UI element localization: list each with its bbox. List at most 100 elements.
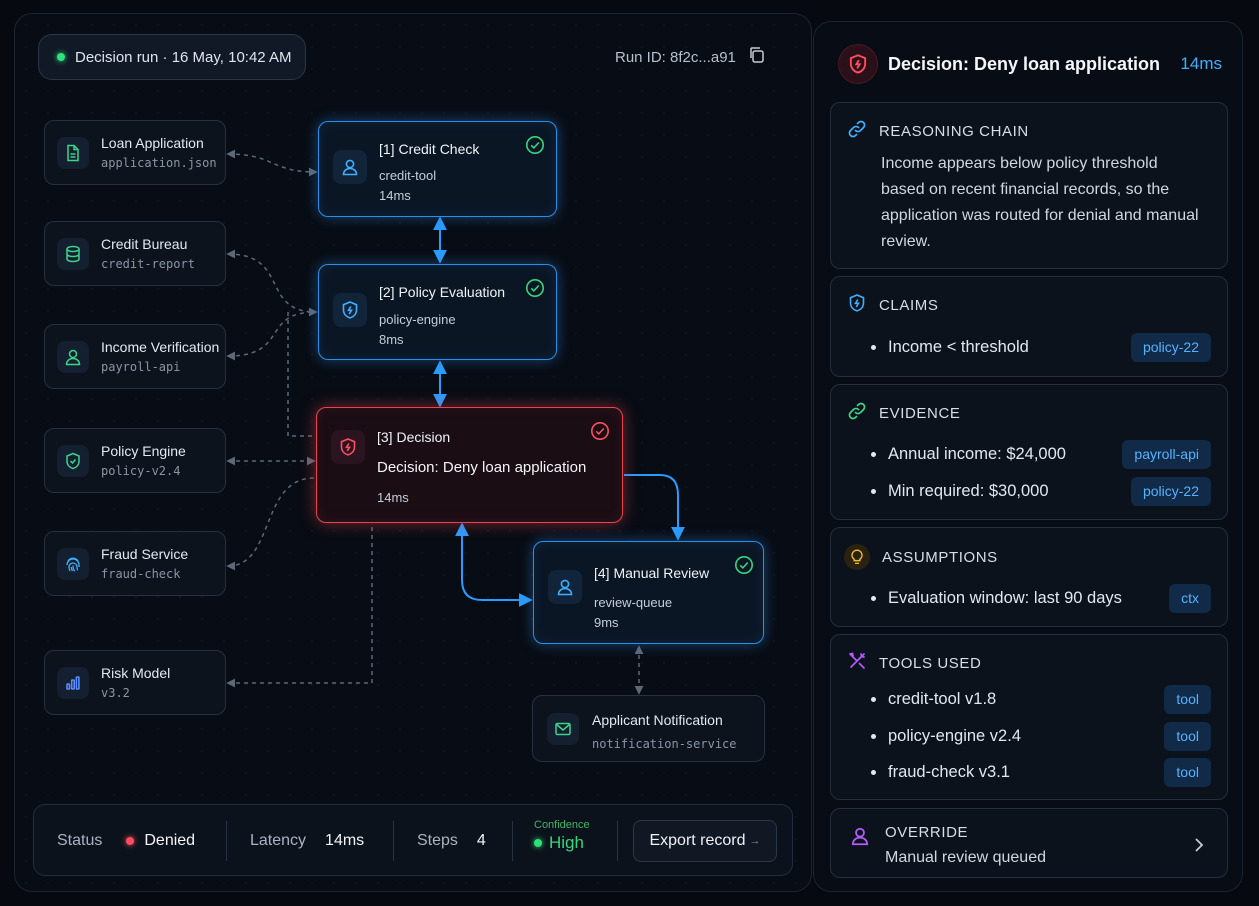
step-duration: 14ms — [379, 188, 411, 203]
mail-icon — [547, 713, 579, 745]
step-credit-check[interactable]: [1] Credit Check credit-tool 14ms — [318, 121, 557, 217]
claim-item: Income < threshold policy-22 — [871, 332, 1211, 362]
step-decision[interactable]: [3] Decision Decision: Deny loan applica… — [316, 407, 623, 523]
source-credit-bureau[interactable]: Credit Bureau credit-report — [44, 221, 226, 286]
steps-value: 4 — [476, 832, 486, 849]
source-fraud-service[interactable]: Fraud Service fraud-check — [44, 531, 226, 596]
status-value: Denied — [144, 832, 196, 849]
status-label: Status — [57, 832, 103, 849]
chevron-right-icon[interactable] — [1193, 837, 1205, 858]
check-circle-icon — [734, 555, 754, 580]
latency-label: Latency — [250, 832, 307, 849]
evidence-item: Annual income: $24,000 payroll-api — [871, 439, 1211, 469]
source-tag[interactable]: policy-22 — [1130, 332, 1211, 362]
source-loan-application[interactable]: Loan Application application.json — [44, 120, 226, 185]
database-icon — [57, 237, 89, 270]
source-title: Credit Bureau — [101, 236, 188, 252]
step-duration: 14ms — [377, 490, 409, 505]
tool-text: fraud-check v3.1 — [888, 762, 1010, 781]
override-text: Manual review queued — [885, 849, 1046, 866]
user-icon — [333, 150, 367, 184]
step-duration: 8ms — [379, 332, 404, 347]
panel-latency: 14ms — [1180, 54, 1222, 73]
run-label: Decision run · 16 May, 10:42 AM — [75, 48, 292, 66]
user-icon — [849, 825, 871, 852]
shield-bolt-icon — [847, 293, 867, 318]
latency-field: Latency 14ms — [250, 805, 364, 877]
assumption-item: Evaluation window: last 90 days ctx — [871, 583, 1211, 613]
source-title: Fraud Service — [101, 546, 189, 562]
evidence-text: Min required: $30,000 — [888, 481, 1049, 500]
source-tag[interactable]: policy-22 — [1130, 476, 1211, 506]
reasoning-text: Income appears below policy threshold ba… — [881, 155, 1199, 250]
evidence-card: EVIDENCE Annual income: $24,000 payroll-… — [830, 384, 1228, 520]
step-tool: credit-tool — [379, 168, 437, 183]
link-icon — [847, 119, 867, 144]
export-record-button[interactable]: Export record → — [633, 820, 777, 862]
divider — [617, 821, 618, 861]
step-duration: 9ms — [594, 615, 619, 630]
card-label: EVIDENCE — [879, 405, 961, 422]
tools-icon — [847, 651, 867, 676]
source-risk-model[interactable]: Risk Model v3.2 — [44, 650, 226, 715]
lightbulb-icon — [844, 544, 870, 570]
confidence-label: Confidence — [534, 819, 590, 831]
evidence-item: Min required: $30,000 policy-22 — [871, 476, 1211, 506]
source-subtitle: credit-report — [101, 257, 195, 271]
card-label: OVERRIDE — [885, 824, 969, 841]
source-title: Risk Model — [101, 665, 171, 681]
shield-bolt-icon — [333, 293, 367, 327]
tool-tag[interactable]: tool — [1164, 721, 1211, 751]
claims-card: CLAIMS Income < threshold policy-22 — [830, 276, 1228, 377]
steps-field: Steps 4 — [417, 805, 486, 877]
override-card[interactable]: OVERRIDE Manual review queued — [830, 808, 1228, 878]
reasoning-chain-card: REASONING CHAIN Income appears below pol… — [830, 102, 1228, 269]
step-policy-evaluation[interactable]: [2] Policy Evaluation policy-engine 8ms — [318, 264, 557, 360]
user-icon — [548, 570, 582, 604]
tool-tag[interactable]: tool — [1164, 757, 1211, 787]
source-title: Income Verification — [101, 339, 220, 355]
step-tool: review-queue — [594, 595, 673, 610]
latency-value: 14ms — [325, 832, 365, 849]
copy-icon[interactable] — [748, 46, 766, 68]
step-manual-review[interactable]: [4] Manual Review review-queue 9ms — [533, 541, 764, 644]
step-title: [1] Credit Check — [379, 141, 480, 157]
source-subtitle: fraud-check — [101, 567, 181, 581]
source-subtitle: policy-v2.4 — [101, 464, 181, 478]
divider — [393, 821, 394, 861]
tool-item: policy-engine v2.4 tool — [871, 721, 1211, 751]
source-tag[interactable]: payroll-api — [1122, 439, 1211, 469]
bar-chart-icon — [57, 666, 89, 699]
source-title: Loan Application — [101, 135, 204, 151]
status-field: Status Denied — [57, 805, 195, 877]
assumptions-card: ASSUMPTIONS Evaluation window: last 90 d… — [830, 527, 1228, 627]
step-title: [4] Manual Review — [594, 565, 710, 581]
notification-subtitle: notification-service — [592, 737, 737, 751]
card-label: REASONING CHAIN — [879, 123, 1029, 140]
step-title: [2] Policy Evaluation — [379, 284, 506, 300]
confidence-field: Confidence High — [534, 819, 590, 853]
source-income-verification[interactable]: Income Verification payroll-api — [44, 324, 226, 389]
steps-label: Steps — [417, 832, 458, 849]
source-subtitle: payroll-api — [101, 360, 181, 374]
panel-header: Decision: Deny loan application 14ms — [838, 42, 1222, 86]
divider — [512, 821, 513, 861]
status-bar: Status Denied Latency 14ms Steps 4 Confi… — [33, 804, 793, 876]
source-subtitle: v3.2 — [101, 686, 130, 700]
link-icon — [847, 401, 867, 426]
source-policy-engine[interactable]: Policy Engine policy-v2.4 — [44, 428, 226, 493]
check-circle-icon — [525, 135, 545, 160]
divider — [226, 821, 227, 861]
tool-tag[interactable]: tool — [1164, 684, 1211, 714]
tools-used-card: TOOLS USED credit-tool v1.8 tool policy-… — [830, 634, 1228, 800]
step-tool: policy-engine — [379, 312, 456, 327]
decision-detail-panel: Decision: Deny loan application 14ms REA… — [813, 21, 1243, 892]
source-tag[interactable]: ctx — [1169, 583, 1211, 613]
assumption-text: Evaluation window: last 90 days — [888, 588, 1122, 607]
user-icon — [57, 340, 89, 373]
applicant-notification-node[interactable]: Applicant Notification notification-serv… — [532, 695, 765, 762]
card-label: CLAIMS — [879, 297, 939, 314]
shield-check-icon — [57, 444, 89, 477]
claim-text: Income < threshold — [888, 337, 1029, 356]
decision-run-pill: Decision run · 16 May, 10:42 AM — [38, 34, 306, 80]
